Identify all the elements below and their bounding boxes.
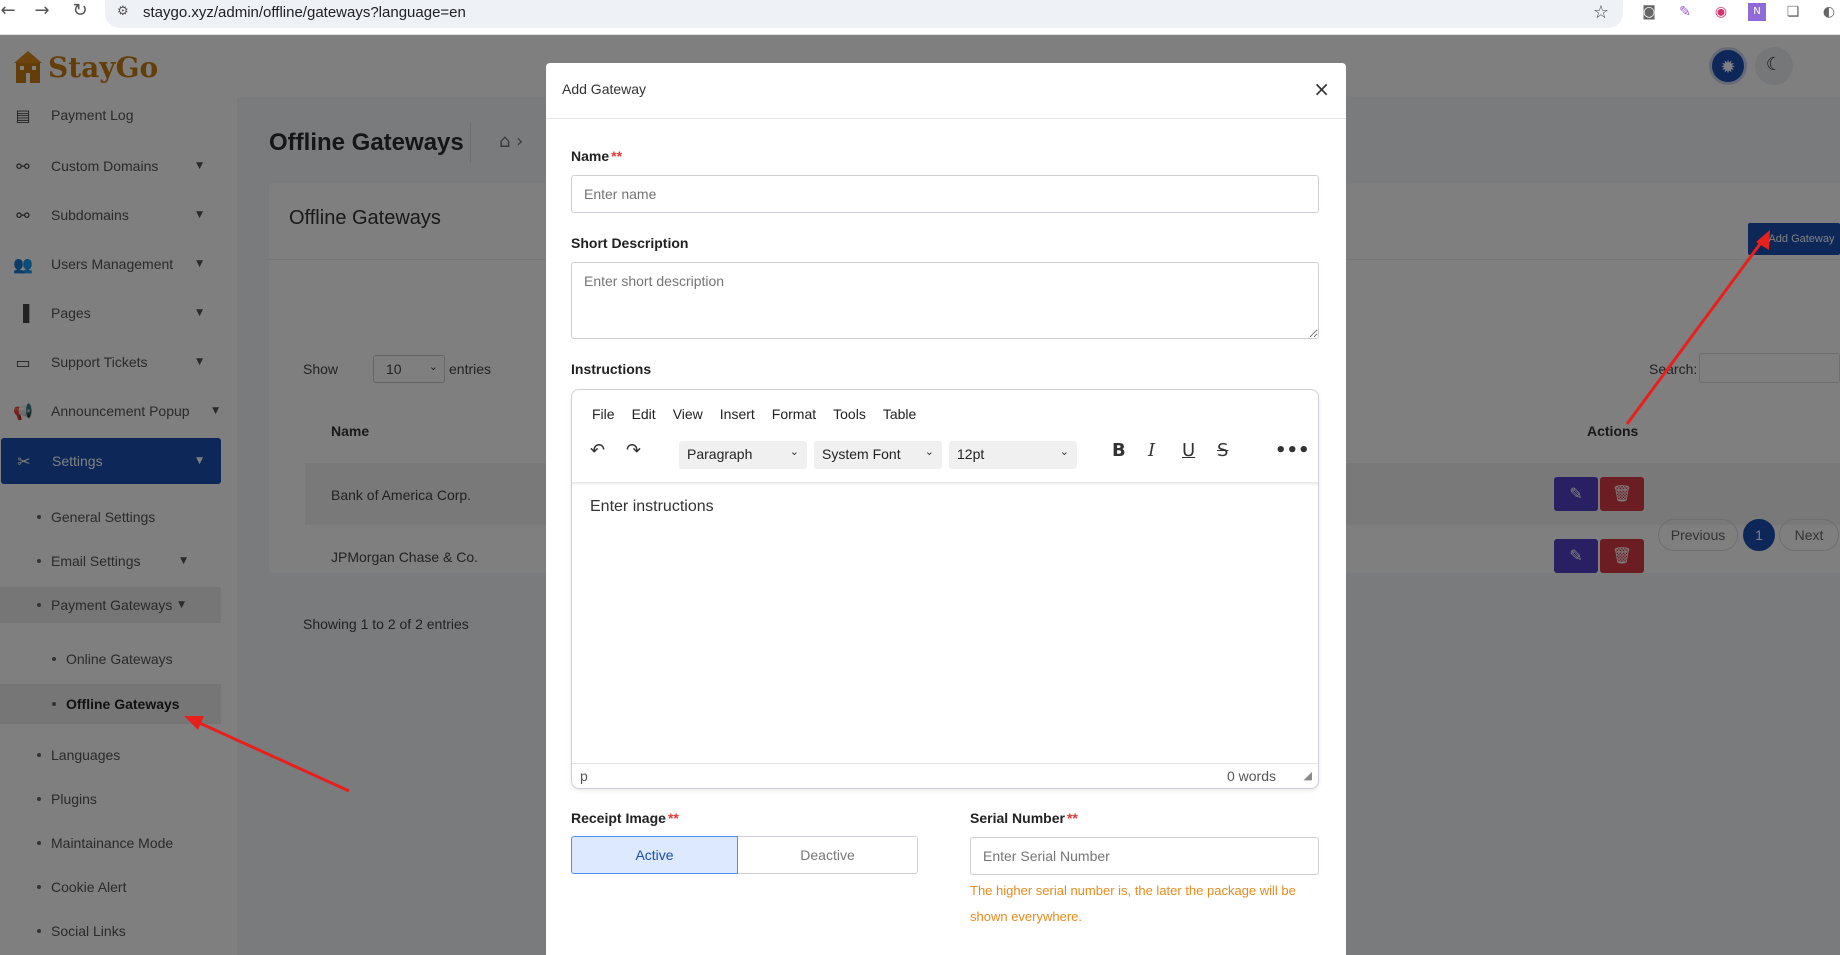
chevron-down-icon: ⌄ [789,445,799,458]
forward-icon[interactable]: → [30,0,54,24]
modal-title: Add Gateway [562,81,647,97]
font-family-value: System Font [822,446,901,462]
editor-menubar: File Edit View Insert Format Tools Table [592,406,933,422]
receipt-image-label: Receipt Image ** [571,810,679,826]
menu-tools[interactable]: Tools [833,406,866,422]
undo-icon[interactable]: ↶ [590,440,605,461]
required-mark: ** [611,148,623,164]
block-format-select[interactable]: Paragraph ⌄ [679,441,807,469]
word-count[interactable]: 0 words [1227,768,1276,784]
italic-icon[interactable]: I [1148,440,1155,461]
serial-number-label: Serial Number ** [970,810,1078,826]
modal-header: Add Gateway × [546,63,1346,119]
serial-number-hint: The higher serial number is, the later t… [970,883,1296,924]
more-options-icon[interactable]: ••• [1275,440,1310,461]
bold-icon[interactable]: B [1112,440,1126,461]
menu-edit[interactable]: Edit [632,406,656,422]
editor-placeholder: Enter instructions [590,498,714,515]
block-format-value: Paragraph [687,446,753,462]
required-mark: ** [1066,810,1078,826]
receipt-image-label-text: Receipt Image [571,810,666,826]
camera-icon[interactable]: ◙ [1640,3,1658,21]
instructions-rich-text-editor[interactable]: File Edit View Insert Format Tools Table… [571,389,1319,789]
chevron-down-icon: ⌄ [924,445,934,458]
editor-statusbar: p 0 words ◢ [572,763,1318,788]
toolbar-shadow [572,482,1318,486]
font-size-value: 12pt [957,446,985,462]
serial-number-input[interactable] [970,837,1319,875]
required-mark: ** [667,810,679,826]
short-description-label: Short Description [571,235,689,251]
menu-table[interactable]: Table [883,406,916,422]
url-text: staygo.xyz/admin/offline/gateways?langua… [143,4,466,21]
reload-icon[interactable]: ↻ [68,0,92,24]
name-label: Name ** [571,148,622,164]
menu-view[interactable]: View [673,406,703,422]
add-gateway-modal: Add Gateway × Name** Short Description I… [546,63,1346,955]
nb-extension-icon[interactable]: N [1748,3,1766,21]
site-settings-icon[interactable]: ⚙ [117,4,129,19]
browser-toolbar: ← → ↻ ⚙ staygo.xyz/admin/offline/gateway… [0,0,1840,35]
underline-icon[interactable]: U [1182,440,1195,461]
serial-number-label-text: Serial Number [970,810,1065,826]
font-family-select[interactable]: System Font ⌄ [814,441,942,469]
name-label-text: Name [571,148,610,164]
extensions-puzzle-icon[interactable]: ❏ [1784,3,1802,21]
element-path[interactable]: p [580,768,588,784]
back-icon[interactable]: ← [0,0,20,24]
bookmark-star-icon[interactable]: ☆ [1593,2,1609,23]
chevron-down-icon: ⌄ [1059,445,1069,458]
pen-extension-icon[interactable]: ✎ [1676,3,1694,21]
receipt-active-option[interactable]: Active [571,836,738,874]
menu-format[interactable]: Format [772,406,816,422]
instructions-label: Instructions [571,361,652,377]
address-bar[interactable]: ⚙ staygo.xyz/admin/offline/gateways?lang… [105,0,1623,28]
strikethrough-icon[interactable]: S [1217,440,1228,461]
short-description-textarea[interactable] [571,262,1319,339]
resize-handle-icon[interactable]: ◢ [1304,769,1312,782]
receipt-deactive-option[interactable]: Deactive [738,836,918,874]
menu-insert[interactable]: Insert [720,406,755,422]
chrome-extension-icon[interactable]: ◉ [1712,3,1730,21]
profile-icon[interactable]: ◐ [1820,3,1838,21]
name-input[interactable] [571,175,1319,213]
font-size-select[interactable]: 12pt ⌄ [949,441,1077,469]
close-icon[interactable]: × [1313,77,1330,101]
redo-icon[interactable]: ↷ [626,440,641,461]
menu-file[interactable]: File [592,406,615,422]
